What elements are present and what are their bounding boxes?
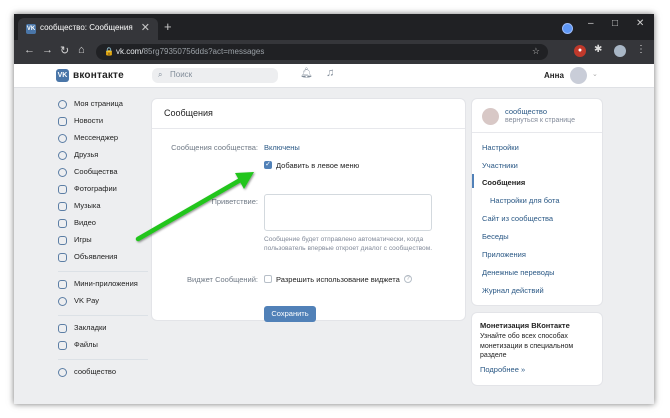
- annotation-arrow-icon: [135, 172, 254, 242]
- browser-window: VK сообщество: Сообщения ✕ + – □ ✕ ← → ↻…: [14, 14, 654, 404]
